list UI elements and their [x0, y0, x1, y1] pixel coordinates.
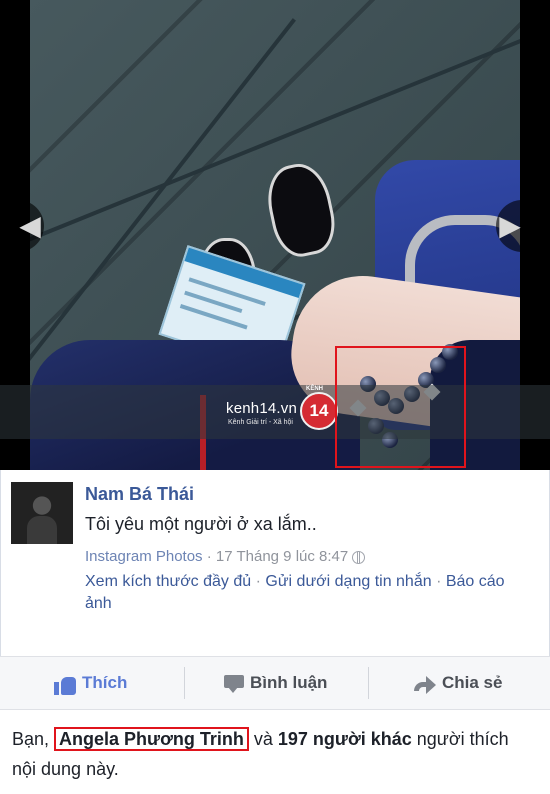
watermark-brand: kenh14.vn — [226, 400, 298, 417]
chevron-right-icon: ▶ — [499, 210, 521, 241]
post-card: Nam Bá Thái Tôi yêu một người ở xa lắm..… — [0, 470, 550, 656]
action-divider — [184, 667, 185, 699]
author-name-link[interactable]: Nam Bá Thái — [85, 484, 194, 505]
avatar[interactable] — [11, 482, 73, 544]
photo-options: Xem kích thước đầy đủ · Gửi dưới dạng ti… — [85, 571, 535, 615]
logo-mark: 14 — [309, 401, 329, 420]
post-message: Tôi yêu một người ở xa lắm.. — [85, 514, 317, 534]
likes-middle: và — [248, 729, 278, 749]
logo-label: KÊNH — [306, 386, 324, 392]
bracelet-highlight-box — [335, 346, 466, 468]
shoe-right — [261, 158, 341, 262]
comment-label: Bình luận — [250, 673, 328, 692]
like-label: Thích — [82, 673, 128, 692]
post-photo[interactable]: kenh14.vn Kênh Giải trí - Xã hội 14 KÊNH… — [0, 0, 550, 470]
likes-summary: Bạn, Angela Phương Trinh và 197 người kh… — [12, 724, 532, 784]
watermark-tagline: Kênh Giải trí - Xã hội — [228, 419, 293, 426]
share-label: Chia sẻ — [442, 673, 503, 692]
share-icon — [414, 675, 436, 694]
globe-icon — [352, 550, 366, 564]
action-divider — [368, 667, 369, 699]
likes-prefix: Bạn, — [12, 729, 55, 749]
timestamp-link[interactable]: 17 Tháng 9 lúc 8:47 — [216, 548, 348, 565]
comment-icon — [224, 675, 244, 694]
like-button[interactable]: Thích — [54, 657, 127, 709]
others-count-link[interactable]: 197 người khác — [278, 729, 412, 749]
source-link[interactable]: Instagram Photos — [85, 548, 203, 565]
link-separator: · — [251, 573, 266, 590]
thumbs-up-icon — [54, 673, 76, 695]
comment-button[interactable]: Bình luận — [224, 657, 327, 709]
kenh14-logo: 14 — [300, 392, 338, 430]
share-button[interactable]: Chia sẻ — [414, 657, 502, 709]
send-as-message-link[interactable]: Gửi dưới dạng tin nhắn — [265, 573, 431, 590]
action-bar: Thích Bình luận Chia sẻ — [0, 656, 550, 710]
link-separator: · — [431, 573, 446, 590]
liked-friend-link[interactable]: Angela Phương Trinh — [54, 727, 249, 751]
post-meta: Instagram Photos · 17 Tháng 9 lúc 8:47 — [85, 548, 366, 565]
meta-separator: · — [202, 548, 216, 565]
view-full-size-link[interactable]: Xem kích thước đầy đủ — [85, 573, 251, 590]
chevron-left-icon: ◀ — [19, 210, 41, 241]
